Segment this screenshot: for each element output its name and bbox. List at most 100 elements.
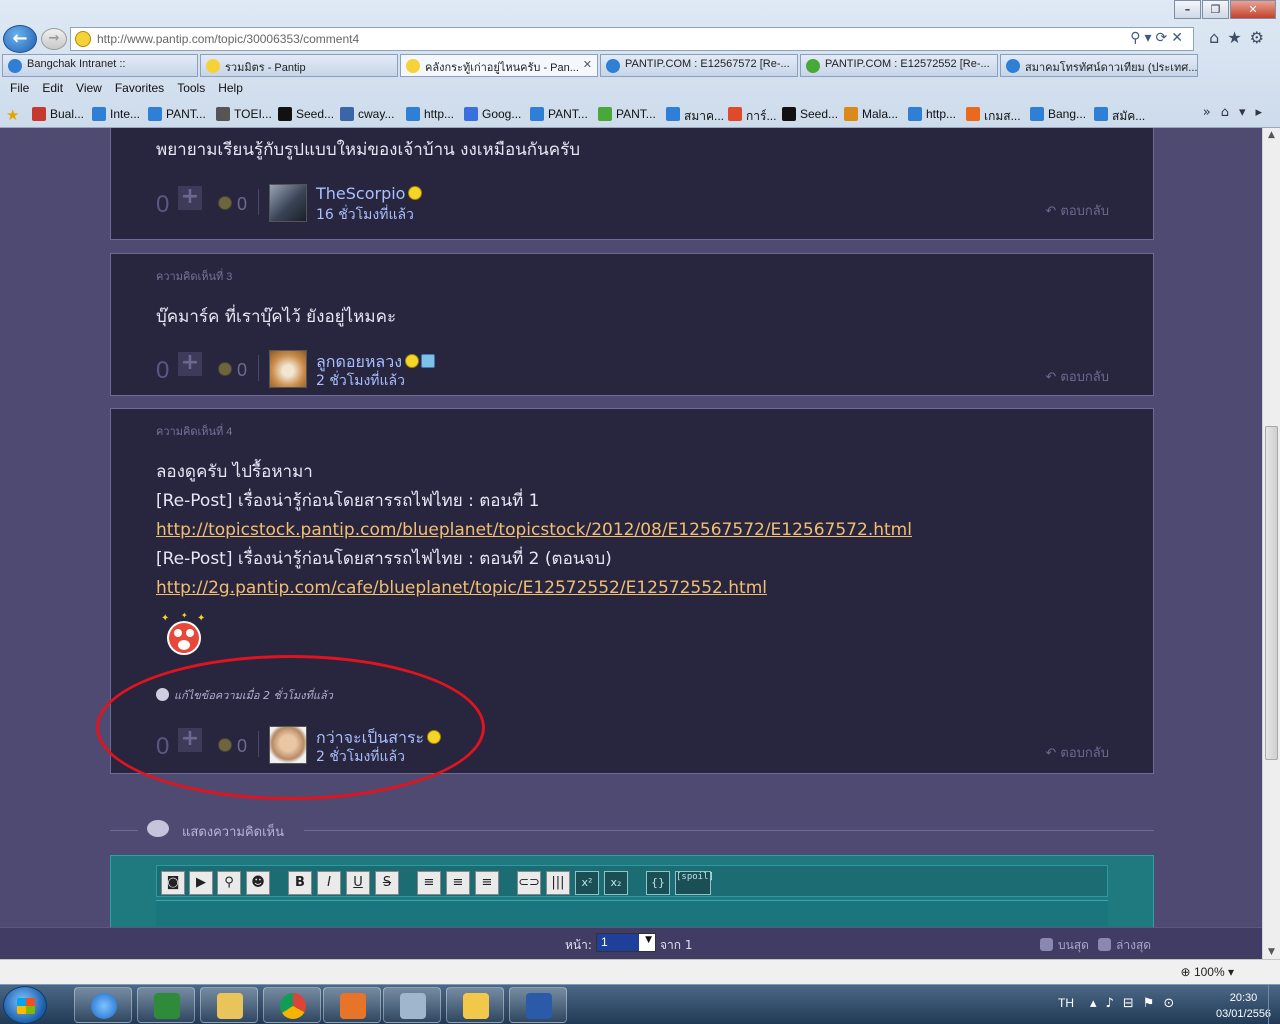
underline-button[interactable]: U — [346, 871, 370, 895]
emotion-icon[interactable] — [218, 738, 232, 752]
favorite-item[interactable]: Inte... — [92, 107, 140, 121]
address-bar[interactable]: http://www.pantip.com/topic/30006353/com… — [70, 27, 1194, 51]
taskbar-app[interactable] — [383, 987, 441, 1023]
menu-file[interactable]: File — [6, 79, 38, 99]
tab-1[interactable]: รวมมิตร - Pantip — [200, 54, 398, 77]
avatar[interactable] — [269, 726, 307, 764]
avatar[interactable] — [269, 184, 307, 222]
favorite-label: TOEI... — [234, 107, 272, 121]
taskbar-ie[interactable] — [74, 987, 132, 1023]
taskbar-outlook[interactable] — [446, 987, 504, 1023]
spoiler-button[interactable]: [spoil] — [675, 871, 714, 895]
start-button[interactable] — [3, 986, 47, 1024]
tab-2-active[interactable]: คลังกระทู้เก่าอยู่ไหนครับ - Pan... ✕ — [400, 54, 598, 77]
plus-vote-icon[interactable]: + — [178, 352, 202, 376]
tab-0[interactable]: Bangchak Intranet :: — [2, 54, 198, 77]
favorite-item[interactable]: cway... — [340, 107, 394, 121]
system-tray: TH ▴♪⊟⚑⊙ 20:30 03/01/2556 — [1020, 985, 1280, 1024]
back-button[interactable]: ← — [3, 25, 37, 53]
subscript-button[interactable]: x₂ — [604, 871, 628, 895]
tab-5[interactable]: สมาคมโทรทัศน์ดาวเทียม (ประเทศ... — [1000, 54, 1198, 77]
emotion-icon[interactable] — [218, 362, 232, 376]
topic-link-2[interactable]: http://2g.pantip.com/cafe/blueplanet/top… — [156, 574, 912, 603]
menu-tools[interactable]: Tools — [173, 79, 214, 99]
favorite-item[interactable]: http... — [406, 107, 454, 121]
tab-label: PANTIP.COM : E12567572 [Re-... — [625, 58, 790, 70]
menu-help[interactable]: Help — [214, 79, 252, 99]
superscript-button[interactable]: x² — [575, 871, 599, 895]
show-desktop-button[interactable] — [1268, 985, 1280, 1024]
align-left-icon[interactable]: ≡ — [417, 871, 441, 895]
favorite-item[interactable]: เกมส... — [966, 107, 1021, 126]
maximize-button[interactable]: ❐ — [1202, 0, 1229, 19]
taskbar-word[interactable] — [509, 987, 567, 1023]
taskbar-chrome[interactable] — [263, 987, 321, 1023]
tray-icons[interactable]: ▴♪⊟⚑⊙ — [1090, 996, 1183, 1011]
home-favorites-tools-icons[interactable]: ⌂★⚙ — [1209, 28, 1272, 47]
menu-edit[interactable]: Edit — [38, 79, 72, 99]
page-select[interactable]: 1 ▼ — [596, 933, 656, 952]
italic-button[interactable]: I — [317, 871, 341, 895]
scroll-up-icon[interactable]: ▲ — [1265, 130, 1278, 140]
favorites-bar-overflow-icons[interactable]: »⌂▾▸ — [1203, 105, 1272, 120]
vertical-scrollbar[interactable]: ▲ ▼ — [1262, 128, 1280, 959]
favorite-item[interactable]: Mala... — [844, 107, 898, 121]
tab-3[interactable]: PANTIP.COM : E12567572 [Re-... — [600, 54, 798, 77]
favorite-item[interactable]: Bual... — [32, 107, 84, 121]
bold-button[interactable]: B — [288, 871, 312, 895]
favorite-item[interactable]: Goog... — [464, 107, 521, 121]
favorite-item[interactable]: PANT... — [598, 107, 656, 121]
status-bar: ⊕ 100% ▾ — [0, 959, 1280, 984]
plus-vote-icon[interactable]: + — [178, 186, 202, 210]
favorite-item[interactable]: สมัค... — [1094, 107, 1145, 126]
emoticon-icon[interactable]: ☻ — [246, 871, 270, 895]
topic-link-1[interactable]: http://topicstock.pantip.com/blueplanet/… — [156, 516, 912, 545]
favorite-item[interactable]: TOEI... — [216, 107, 272, 121]
favorite-item[interactable]: Seed... — [782, 107, 838, 121]
map-pin-icon[interactable]: ⚲ — [217, 871, 241, 895]
favorite-item[interactable]: PANT... — [530, 107, 588, 121]
align-center-icon[interactable]: ≡ — [446, 871, 470, 895]
reply-link[interactable]: ↶ ตอบกลับ — [1045, 742, 1109, 763]
emotion-icon[interactable] — [218, 196, 232, 210]
tab-4[interactable]: PANTIP.COM : E12572552 [Re-... — [800, 54, 998, 77]
favorite-item[interactable]: http... — [908, 107, 956, 121]
video-icon[interactable]: ▶ — [189, 871, 213, 895]
link-icon[interactable]: ⊂⊃ — [517, 871, 541, 895]
language-indicator[interactable]: TH — [1058, 996, 1074, 1010]
close-tab-icon[interactable]: ✕ — [583, 58, 592, 71]
taskbar-excel[interactable] — [137, 987, 195, 1023]
favorite-item[interactable]: PANT... — [148, 107, 206, 121]
taskbar-media-player[interactable] — [323, 987, 381, 1023]
strikethrough-button[interactable]: S — [375, 871, 399, 895]
scrollbar-thumb[interactable] — [1265, 426, 1278, 760]
url-text[interactable]: http://www.pantip.com/topic/30006353/com… — [97, 32, 359, 46]
minimize-button[interactable]: – — [1174, 0, 1201, 19]
close-window-button[interactable]: ✕ — [1230, 0, 1276, 19]
favorite-item[interactable]: การ์... — [728, 107, 776, 126]
favorite-item[interactable]: Seed... — [278, 107, 334, 121]
scroll-bottom-link[interactable]: ล่างสุด — [1098, 936, 1151, 955]
username-link[interactable]: TheScorpio — [316, 184, 423, 203]
camera-icon[interactable]: ◙ — [161, 871, 185, 895]
code-block-icon[interactable]: ||| — [546, 871, 570, 895]
menu-view[interactable]: View — [72, 79, 111, 99]
reply-link[interactable]: ↶ ตอบกลับ — [1045, 366, 1109, 387]
favorite-item[interactable]: Bang... — [1030, 107, 1086, 121]
favorite-item[interactable]: สมาค... — [666, 107, 724, 126]
clock[interactable]: 20:30 03/01/2556 — [1216, 990, 1271, 1022]
favorite-label: PANT... — [548, 107, 588, 121]
taskbar-explorer[interactable] — [200, 987, 258, 1023]
scroll-down-icon[interactable]: ▼ — [1265, 947, 1278, 957]
favorites-star-icon[interactable]: ★ — [6, 106, 19, 124]
zoom-level[interactable]: ⊕ 100% ▾ — [1181, 965, 1234, 979]
menu-favorites[interactable]: Favorites — [111, 79, 173, 99]
code-braces-button[interactable]: {} — [646, 871, 670, 895]
forward-button[interactable]: → — [41, 28, 67, 50]
align-right-icon[interactable]: ≡ — [475, 871, 499, 895]
reply-link[interactable]: ↶ ตอบกลับ — [1045, 200, 1109, 221]
scroll-top-link[interactable]: บนสุด — [1040, 936, 1089, 955]
plus-vote-icon[interactable]: + — [178, 728, 202, 752]
address-bar-icons[interactable]: ⚲▾⟳✕ — [1130, 30, 1187, 46]
avatar[interactable] — [269, 350, 307, 388]
